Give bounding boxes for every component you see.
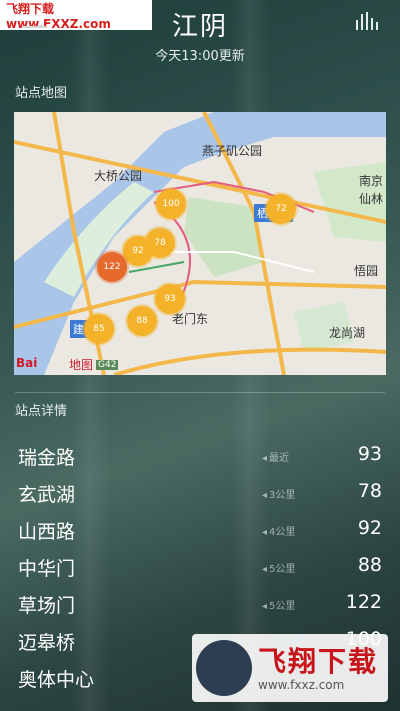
station-marker[interactable]: 72 bbox=[266, 194, 296, 224]
station-marker[interactable]: 122 bbox=[97, 252, 127, 282]
map-label: 地图 bbox=[69, 358, 94, 372]
station-marker[interactable]: 85 bbox=[84, 314, 114, 344]
watermark-circle-icon bbox=[196, 640, 252, 696]
watermark-url: www.fxxz.com bbox=[258, 678, 345, 692]
station-row[interactable]: 玄武湖 3公里 78 bbox=[0, 474, 400, 511]
baidu-logo: Bai bbox=[16, 356, 38, 370]
map-label: 仙林 bbox=[359, 192, 384, 206]
station-aqi: 78 bbox=[357, 480, 382, 502]
watermark-brand: 飞翔下载 bbox=[258, 645, 379, 678]
station-row[interactable]: 草场门 5公里 122 bbox=[0, 585, 400, 622]
station-distance: 3公里 bbox=[262, 486, 295, 501]
station-name: 玄武湖 bbox=[18, 484, 76, 506]
city-title: 江阴 bbox=[171, 12, 228, 42]
detail-section-title: 站点详情 bbox=[15, 404, 68, 419]
station-name: 瑞金路 bbox=[18, 447, 76, 469]
map-label: 龙尚湖 bbox=[329, 326, 366, 340]
chart-bars-icon[interactable] bbox=[356, 12, 378, 30]
map-label: G42 bbox=[96, 360, 119, 370]
watermark-logo: 飞翔下载 www.fxxz.com bbox=[192, 634, 388, 702]
station-aqi: 92 bbox=[357, 517, 382, 539]
map-label: 大桥公园 bbox=[94, 169, 143, 183]
station-row[interactable]: 瑞金路 最近 93 bbox=[0, 437, 400, 474]
station-aqi: 122 bbox=[345, 591, 382, 613]
station-row[interactable]: 中华门 5公里 88 bbox=[0, 548, 400, 585]
station-distance: 最近 bbox=[262, 449, 289, 464]
map-label: 老门东 bbox=[172, 312, 209, 326]
station-name: 迈皋桥 bbox=[18, 632, 76, 654]
station-name: 草场门 bbox=[18, 595, 76, 617]
station-marker[interactable]: 88 bbox=[127, 306, 157, 336]
station-row[interactable]: 山西路 4公里 92 bbox=[0, 511, 400, 548]
station-marker[interactable]: 100 bbox=[156, 189, 186, 219]
station-distance: 5公里 bbox=[262, 560, 295, 575]
station-aqi: 88 bbox=[357, 554, 382, 576]
station-aqi: 93 bbox=[357, 443, 382, 465]
station-name: 中华门 bbox=[18, 558, 76, 580]
station-name: 山西路 bbox=[18, 521, 76, 543]
map-section-title: 站点地图 bbox=[15, 86, 68, 101]
station-distance: 4公里 bbox=[262, 523, 295, 538]
station-marker[interactable]: 92 bbox=[123, 236, 153, 266]
station-name: 奥体中心 bbox=[18, 669, 95, 691]
station-marker[interactable]: 93 bbox=[155, 284, 185, 314]
station-distance: 5公里 bbox=[262, 597, 295, 612]
station-map[interactable]: 燕子矶公园 大桥公园 栖霞区 南京 仙林 悟园 老门东 龙尚湖 建邺区 Bai … bbox=[14, 112, 386, 375]
map-label: 悟园 bbox=[354, 264, 379, 278]
update-time: 今天13:00更新 bbox=[155, 49, 245, 64]
section-divider bbox=[15, 392, 385, 393]
map-label: 燕子矶公园 bbox=[202, 144, 263, 158]
map-label: 南京 bbox=[359, 174, 384, 188]
